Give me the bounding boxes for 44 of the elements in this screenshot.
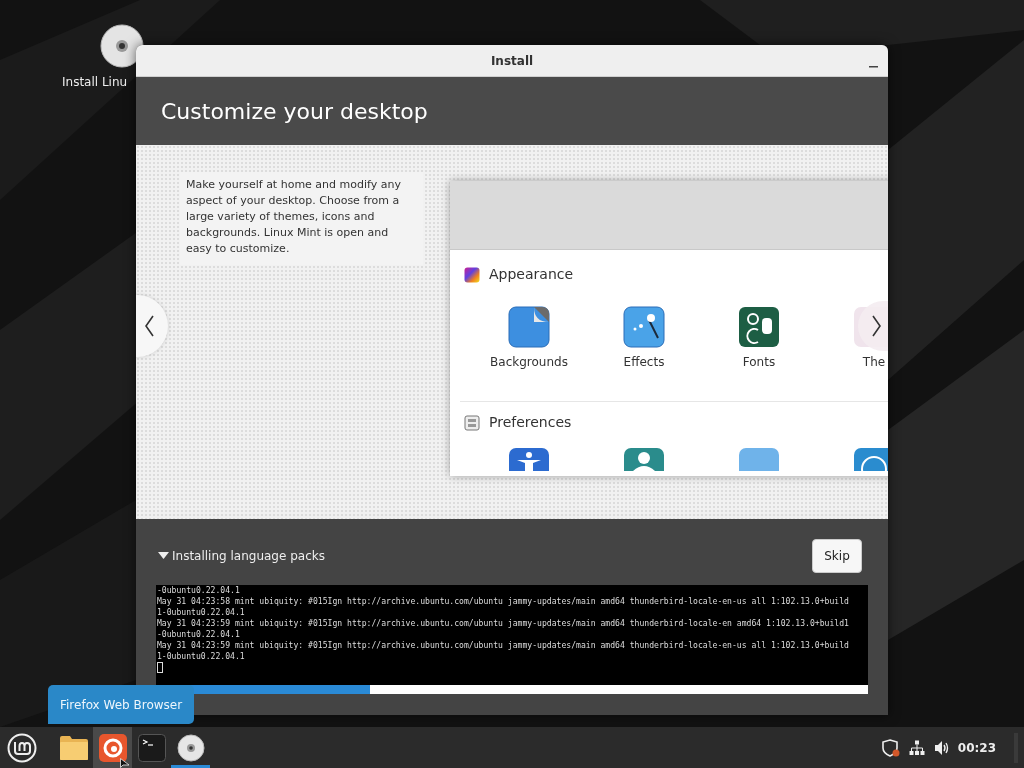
color-palette-icon: [464, 266, 480, 283]
app-label: Backgrounds: [490, 354, 568, 371]
log-line: -0ubuntu0.22.04.1: [157, 629, 241, 640]
taskbar-app[interactable]: [93, 727, 132, 768]
log-line: May 31 04:23:58 mint ubiquity: #015Ign http://archive.ubuntu.com/ubuntu jammy-updates/main amd64 thunderbird-locale-en-us all 1:102.13.0+build: [157, 596, 850, 607]
mint-logo-icon: [7, 732, 37, 763]
tooltip-text: Firefox Web Browser: [60, 696, 183, 714]
volume-icon[interactable]: [933, 739, 950, 756]
app-label: The: [862, 354, 886, 371]
log-line: 1-0ubuntu0.22.04.1: [157, 651, 246, 662]
minimize-icon: [868, 66, 878, 68]
wand-icon: [623, 306, 665, 348]
settings-icon: [464, 414, 480, 431]
skip-button[interactable]: Skip: [812, 539, 862, 573]
network-icon[interactable]: [908, 739, 925, 756]
browser-icon[interactable]: [98, 733, 127, 762]
log-line: 1-0ubuntu0.22.04.1: [157, 607, 246, 618]
clock[interactable]: 00:23: [957, 738, 996, 757]
slide-description: Make yourself at home and modify any aspect of your desktop. Choose from a large variety of themes, icons and backgrounds. Linux Mint is open and easy to customize.: [186, 177, 402, 257]
text-cursor: [157, 662, 163, 673]
image-icon: [508, 306, 550, 348]
section-title: Preferences: [489, 413, 572, 432]
chevron-left-icon: [144, 315, 154, 337]
window-title: Install: [490, 52, 534, 70]
shield-icon[interactable]: [881, 738, 900, 757]
details-expander[interactable]: Installing language packs: [156, 547, 325, 565]
log-line: -0ubuntu0.22.04.1: [157, 585, 241, 596]
chevron-right-icon: [872, 315, 882, 337]
app-label: Effects: [623, 354, 665, 371]
desktop-icon-label[interactable]: Install Linu: [62, 73, 128, 91]
mouse-pointer-icon: [120, 758, 130, 768]
app-label: Fonts: [742, 354, 776, 371]
log-line: May 31 04:23:59 mint ubiquity: #015Ign http://archive.ubuntu.com/ubuntu jammy-updates/main amd64 thunderbird-locale-en amd64 1:102.13.0+build1: [157, 618, 850, 629]
disc-icon[interactable]: [176, 733, 205, 762]
terminal-icon[interactable]: [137, 733, 166, 762]
accessibility-icon: [508, 447, 550, 471]
window-icon: [738, 447, 780, 471]
section-title: Appearance: [489, 265, 574, 284]
page-heading: Customize your desktop: [161, 97, 428, 126]
user-icon: [623, 447, 665, 471]
font-icon: [738, 306, 780, 348]
log-line: May 31 04:23:59 mint ubiquity: #015Ign http://archive.ubuntu.com/ubuntu jammy-updates/main amd64 thunderbird-locale-en-us all 1:102.13.0+build: [157, 640, 850, 651]
caret-icon: [158, 552, 169, 560]
folder-icon[interactable]: [58, 734, 89, 761]
